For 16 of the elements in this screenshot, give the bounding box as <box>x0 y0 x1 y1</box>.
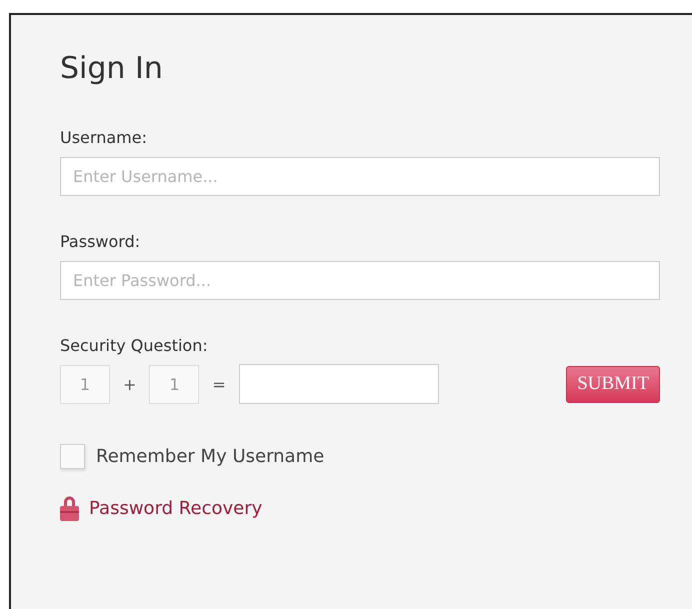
lock-icon <box>60 495 79 522</box>
number-box: 1 <box>60 364 110 404</box>
field-label: Security Question: <box>60 336 208 355</box>
form-title: Sign In <box>60 51 163 86</box>
number-box: 1 <box>149 364 200 404</box>
password-recovery-link[interactable]: Password Recovery <box>89 498 262 519</box>
answer-field[interactable] <box>238 364 439 404</box>
submit-button[interactable]: SUBMIT <box>566 366 660 402</box>
input-field[interactable]: Enter Password... <box>60 261 660 300</box>
field-label: Password: <box>60 232 140 251</box>
checkbox[interactable] <box>60 444 85 469</box>
input-field[interactable]: Enter Username... <box>60 157 660 196</box>
operator-text: + <box>123 374 136 394</box>
operator-text: = <box>212 374 226 394</box>
checkbox-label: Remember My Username <box>96 446 324 467</box>
field-label: Username: <box>60 128 147 147</box>
